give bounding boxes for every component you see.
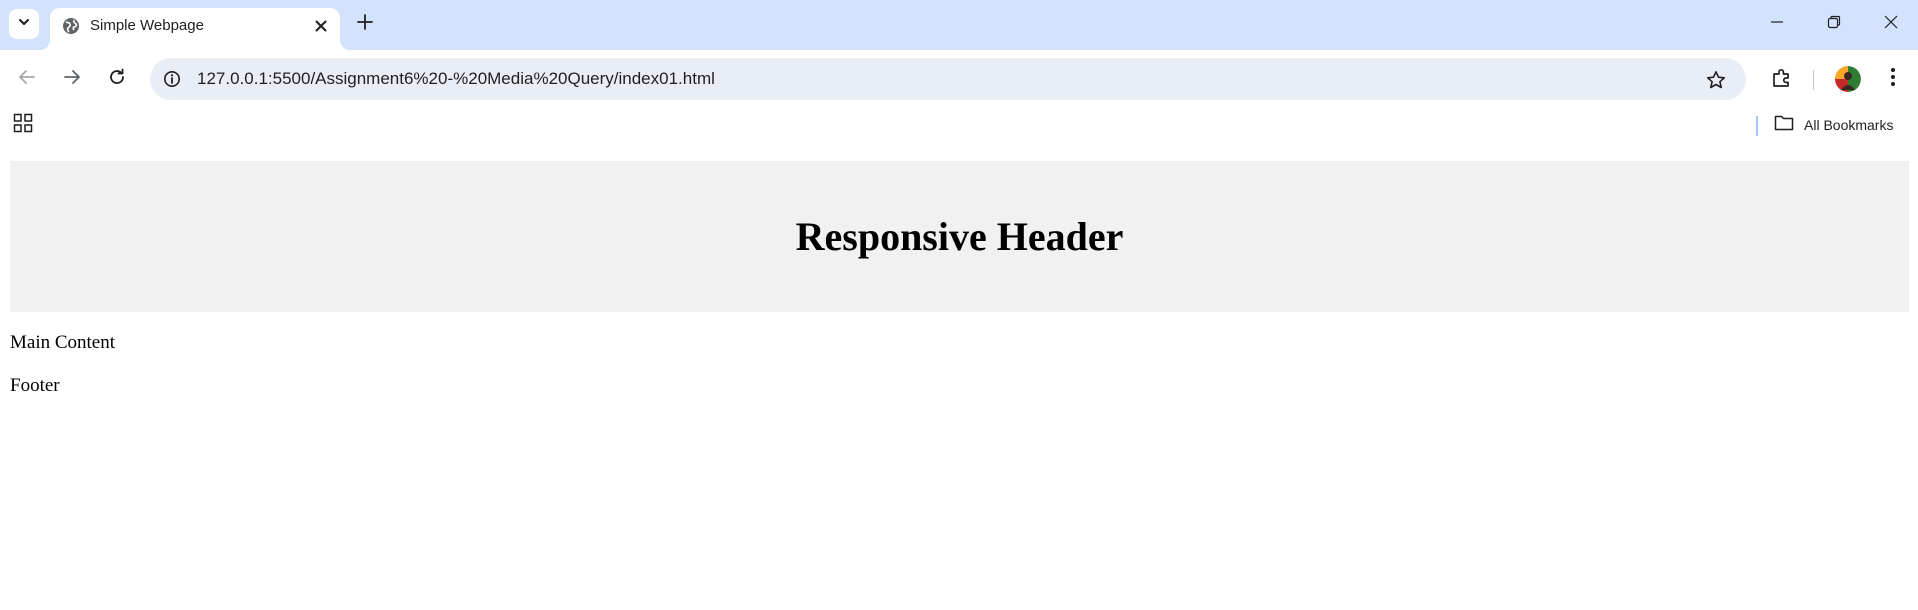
page-header: Responsive Header — [10, 161, 1909, 312]
new-tab-button[interactable] — [352, 11, 378, 37]
tab-title: Simple Webpage — [90, 17, 204, 34]
back-button[interactable] — [11, 63, 43, 95]
browser-toolbar: 127.0.0.1:5500/Assignment6%20-%20Media%2… — [0, 50, 1918, 108]
forward-button[interactable] — [56, 63, 88, 95]
bookmarks-bar: All Bookmarks — [0, 108, 1918, 142]
star-icon[interactable] — [1702, 66, 1730, 94]
avatar[interactable] — [1835, 66, 1861, 92]
close-icon[interactable] — [310, 15, 332, 37]
active-tab[interactable]: Simple Webpage — [50, 8, 340, 50]
apps-grid-icon — [13, 113, 33, 138]
restore-icon — [1827, 15, 1841, 34]
minimize-icon — [1770, 15, 1784, 34]
toolbar-divider — [1813, 70, 1814, 90]
bookmarks-divider — [1756, 116, 1758, 136]
chevron-down-icon — [17, 15, 31, 34]
more-vert-icon — [1890, 67, 1896, 92]
reload-icon — [108, 68, 126, 91]
tab-strip: Simple Webpage — [0, 0, 1918, 50]
window-close-button[interactable] — [1864, 0, 1918, 48]
all-bookmarks-label: All Bookmarks — [1804, 117, 1894, 133]
plus-icon — [357, 13, 373, 35]
extensions-button[interactable] — [1766, 64, 1798, 96]
info-icon[interactable] — [160, 67, 184, 91]
main-content-text: Main Content — [10, 332, 116, 353]
reload-button[interactable] — [101, 63, 133, 95]
address-bar[interactable]: 127.0.0.1:5500/Assignment6%20-%20Media%2… — [150, 58, 1746, 100]
restore-button[interactable] — [1807, 0, 1861, 48]
globe-icon — [62, 17, 80, 35]
window-close-icon — [1884, 15, 1898, 34]
page-title: Responsive Header — [795, 214, 1124, 259]
tab-search-button[interactable] — [9, 9, 39, 39]
all-bookmarks-button[interactable]: All Bookmarks — [1774, 112, 1893, 138]
page-viewport: Responsive Header Main Content Footer — [0, 152, 1918, 610]
extensions-icon — [1771, 67, 1793, 94]
forward-arrow-icon — [63, 68, 81, 91]
apps-button[interactable] — [11, 113, 35, 137]
url-text[interactable]: 127.0.0.1:5500/Assignment6%20-%20Media%2… — [197, 69, 715, 89]
back-arrow-icon — [18, 68, 36, 91]
minimize-button[interactable] — [1750, 0, 1804, 48]
folder-icon — [1774, 114, 1794, 137]
more-menu-button[interactable] — [1878, 64, 1908, 94]
footer-text: Footer — [10, 375, 60, 396]
